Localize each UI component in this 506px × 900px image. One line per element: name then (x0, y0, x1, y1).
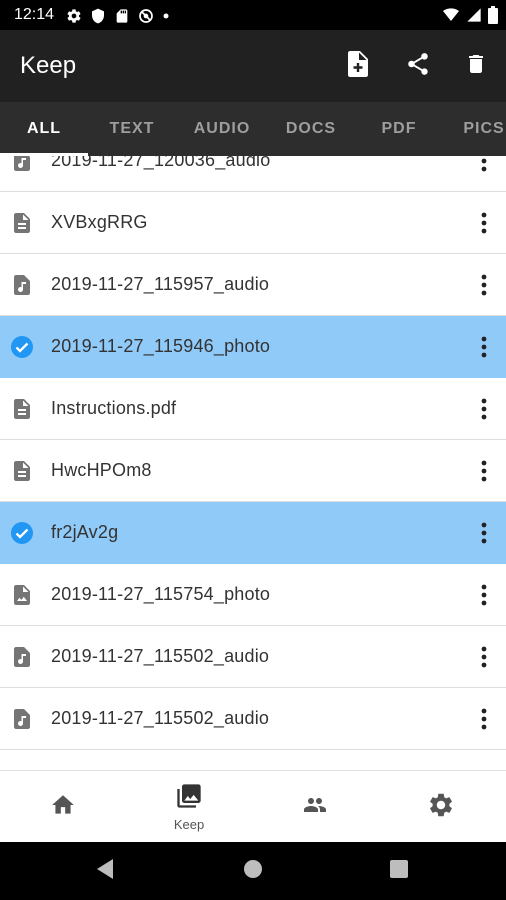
file-name: fr2jAv2g (51, 522, 119, 542)
delete-button[interactable] (458, 48, 494, 84)
file-row[interactable]: XVBxgRRG (0, 192, 506, 254)
nav-people[interactable] (252, 771, 378, 843)
file-name: Instructions.pdf (51, 398, 177, 418)
file-row[interactable]: 2019-11-27_115502_audio (0, 626, 506, 688)
photo-library-icon (175, 782, 203, 815)
wifi-icon (442, 7, 460, 23)
status-system-icons (442, 6, 498, 24)
tab-pdf[interactable]: PDF (354, 102, 444, 156)
nav-keep[interactable]: Keep (126, 771, 252, 843)
back-icon (95, 858, 115, 885)
tab-audio[interactable]: AUDIO (176, 102, 268, 156)
more-options-icon[interactable] (472, 457, 496, 485)
settings-icon (427, 791, 455, 824)
home-icon (50, 792, 76, 823)
more-options-icon[interactable] (472, 643, 496, 671)
sd-card-icon (114, 8, 130, 24)
file-name: 2019-11-27_120036_audio (51, 156, 271, 170)
nav-settings[interactable] (378, 771, 504, 843)
signal-icon (466, 7, 482, 23)
file-name: 2019-11-27_115946_photo (51, 336, 271, 356)
more-options-icon[interactable] (472, 271, 496, 299)
file-list[interactable]: 2019-11-27_120036_audio XVBxgRRG 2019-11-2… (0, 156, 506, 770)
more-options-icon[interactable] (472, 209, 496, 237)
add-file-button[interactable] (340, 48, 376, 84)
file-row[interactable]: 2019-11-27_120036_audio (0, 156, 506, 192)
audio-file-icon (10, 273, 34, 297)
more-options-icon[interactable] (472, 581, 496, 609)
status-notification-icons (66, 7, 170, 25)
image-file-icon (10, 583, 34, 607)
audio-file-icon (10, 707, 34, 731)
share-icon (405, 51, 431, 82)
status-bar: 12:14 (0, 0, 506, 30)
check-circle-icon (10, 335, 34, 359)
file-name: 2019-11-27_115957_audio (51, 274, 270, 294)
recents-button[interactable] (384, 856, 414, 886)
file-row[interactable]: 2019-11-27_115946_photo (0, 316, 506, 378)
nav-keep-label: Keep (173, 817, 205, 832)
audio-file-icon (10, 156, 34, 173)
system-nav-bar (0, 842, 506, 900)
more-options-icon[interactable] (472, 333, 496, 361)
gear-icon (66, 8, 82, 24)
home-circle-icon (242, 858, 264, 885)
file-name: 2019-11-27_115502_audio (51, 646, 270, 666)
file-row[interactable]: 2019-11-27_115754_photo (0, 564, 506, 626)
file-name: 2019-11-27_115502_audio (51, 708, 270, 728)
app-bar: Keep (0, 30, 506, 102)
people-icon (301, 793, 329, 822)
back-button[interactable] (90, 856, 120, 886)
battery-icon (488, 6, 498, 24)
dot-icon (162, 12, 170, 20)
file-name: 2019-11-27_115754_photo (51, 584, 271, 604)
audio-file-icon (10, 645, 34, 669)
bottom-nav: Keep (0, 770, 506, 842)
status-time: 12:14 (14, 6, 55, 23)
check-circle-icon (10, 521, 34, 545)
delete-icon (464, 51, 488, 82)
add-file-icon (346, 50, 370, 83)
tab-pics[interactable]: PICS (444, 102, 506, 156)
file-row[interactable] (0, 750, 506, 770)
more-options-icon[interactable] (472, 395, 496, 423)
file-row[interactable]: 2019-11-27_115502_audio (0, 688, 506, 750)
more-options-icon[interactable] (472, 705, 496, 733)
no-disturb-icon (138, 8, 154, 24)
file-row[interactable]: 2019-11-27_115957_audio (0, 254, 506, 316)
tab-docs[interactable]: DOCS (268, 102, 354, 156)
home-button[interactable] (238, 856, 268, 886)
shield-icon (90, 8, 106, 24)
app-title: Keep (20, 52, 77, 79)
text-file-icon (10, 459, 34, 483)
text-file-icon (10, 211, 34, 235)
share-button[interactable] (400, 48, 436, 84)
file-row[interactable]: fr2jAv2g (0, 502, 506, 564)
tab-text[interactable]: TEXT (88, 102, 176, 156)
more-options-icon[interactable] (472, 156, 496, 175)
tab-bar: ALL TEXT AUDIO DOCS PDF PICS (0, 102, 506, 156)
more-options-icon[interactable] (472, 519, 496, 547)
text-file-icon (10, 397, 34, 421)
file-row[interactable]: HwcHPOm8 (0, 440, 506, 502)
file-row[interactable]: Instructions.pdf (0, 378, 506, 440)
recents-icon (389, 859, 409, 884)
file-name: HwcHPOm8 (51, 460, 152, 480)
nav-home[interactable] (0, 771, 126, 843)
file-name: XVBxgRRG (51, 212, 148, 232)
tab-all[interactable]: ALL (0, 102, 88, 156)
